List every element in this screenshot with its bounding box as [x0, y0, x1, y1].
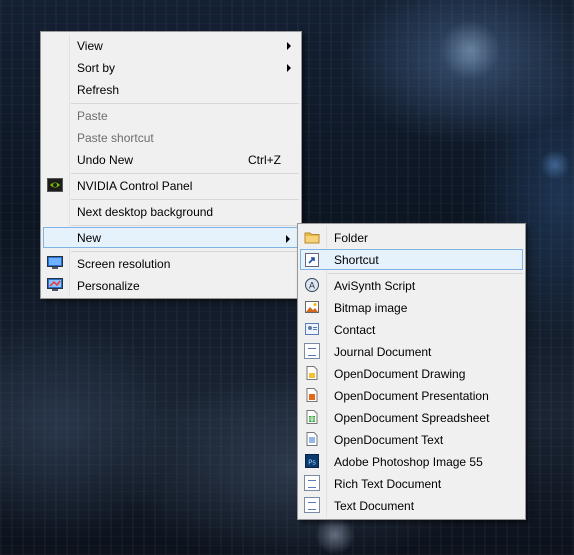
submenu-item-label: OpenDocument Spreadsheet — [334, 410, 490, 425]
journal-icon — [304, 343, 320, 359]
new-submenu: Folder Shortcut A AviSynth Script Bitmap… — [297, 223, 526, 520]
menu-separator — [71, 103, 299, 104]
submenu-item-label: OpenDocument Presentation — [334, 388, 489, 403]
submenu-item-avisynth-script[interactable]: A AviSynth Script — [300, 275, 523, 296]
menu-item-screen-resolution[interactable]: Screen resolution — [43, 253, 299, 274]
menu-item-label: View — [77, 38, 103, 53]
folder-icon — [304, 229, 320, 245]
menu-item-label: Refresh — [77, 82, 120, 97]
menu-item-nvidia-control-panel[interactable]: NVIDIA Control Panel — [43, 175, 299, 196]
submenu-item-label: Rich Text Document — [334, 476, 442, 491]
menu-separator — [71, 173, 299, 174]
menu-item-sort-by[interactable]: Sort by — [43, 57, 299, 78]
menu-item-new[interactable]: New — [43, 227, 299, 248]
submenu-item-rich-text-document[interactable]: Rich Text Document — [300, 473, 523, 494]
menu-item-label: Undo New — [77, 152, 134, 167]
menu-item-refresh[interactable]: Refresh — [43, 79, 299, 100]
submenu-item-opendocument-presentation[interactable]: OpenDocument Presentation — [300, 385, 523, 406]
menu-separator — [71, 251, 299, 252]
submenu-item-label: Journal Document — [334, 344, 432, 359]
submenu-arrow-icon — [287, 42, 291, 50]
menu-item-view[interactable]: View — [43, 35, 299, 56]
submenu-arrow-icon — [287, 64, 291, 72]
submenu-item-label: AviSynth Script — [334, 278, 416, 293]
submenu-item-contact[interactable]: Contact — [300, 319, 523, 340]
menu-item-paste: Paste — [43, 105, 299, 126]
submenu-item-text-document[interactable]: Text Document — [300, 495, 523, 516]
submenu-item-label: Folder — [334, 230, 369, 245]
menu-separator — [71, 199, 299, 200]
menu-separator — [328, 273, 523, 274]
submenu-item-folder[interactable]: Folder — [300, 227, 523, 248]
desktop-context-menu: View Sort by Refresh Paste Paste shortcu… — [40, 31, 302, 299]
display-icon — [47, 255, 63, 271]
svg-text:A: A — [309, 282, 316, 292]
submenu-item-label: OpenDocument Text — [334, 432, 444, 447]
submenu-arrow-icon — [286, 235, 290, 243]
nvidia-icon — [47, 177, 63, 193]
submenu-item-opendocument-text[interactable]: OpenDocument Text — [300, 429, 523, 450]
submenu-item-label: Bitmap image — [334, 300, 408, 315]
submenu-item-bitmap-image[interactable]: Bitmap image — [300, 297, 523, 318]
submenu-item-shortcut[interactable]: Shortcut — [300, 249, 523, 270]
menu-item-label: Personalize — [77, 278, 140, 293]
ods-icon — [304, 409, 320, 425]
menu-item-label: Next desktop background — [77, 204, 214, 219]
contact-icon — [304, 321, 320, 337]
wallpaper-light — [540, 150, 570, 180]
menu-item-next-desktop-background[interactable]: Next desktop background — [43, 201, 299, 222]
menu-item-shortcut: Ctrl+Z — [248, 152, 281, 167]
wallpaper-logo — [315, 515, 355, 555]
menu-item-label: Paste shortcut — [77, 130, 154, 145]
submenu-item-opendocument-drawing[interactable]: OpenDocument Drawing — [300, 363, 523, 384]
submenu-item-photoshop-image[interactable]: Ps Adobe Photoshop Image 55 — [300, 451, 523, 472]
wallpaper-light — [440, 20, 500, 80]
bitmap-icon — [304, 299, 320, 315]
submenu-item-label: Adobe Photoshop Image 55 — [334, 454, 483, 469]
odt-icon — [304, 431, 320, 447]
menu-item-label: Screen resolution — [77, 256, 171, 271]
submenu-item-label: Shortcut — [334, 252, 379, 267]
photoshop-icon: Ps — [304, 453, 320, 469]
odp-icon — [304, 387, 320, 403]
menu-item-personalize[interactable]: Personalize — [43, 275, 299, 296]
menu-item-label: Paste — [77, 108, 108, 123]
rtf-icon — [304, 475, 320, 491]
menu-item-label: Sort by — [77, 60, 116, 75]
submenu-item-opendocument-spreadsheet[interactable]: OpenDocument Spreadsheet — [300, 407, 523, 428]
shortcut-icon — [304, 252, 320, 268]
personalize-icon — [47, 277, 63, 293]
submenu-item-journal-document[interactable]: Journal Document — [300, 341, 523, 362]
menu-item-undo-new[interactable]: Undo New Ctrl+Z — [43, 149, 299, 170]
menu-separator — [71, 225, 299, 226]
menu-item-label: New — [77, 230, 102, 245]
submenu-item-label: Text Document — [334, 498, 415, 513]
submenu-item-label: OpenDocument Drawing — [334, 366, 466, 381]
submenu-item-label: Contact — [334, 322, 376, 337]
menu-item-label: NVIDIA Control Panel — [77, 178, 193, 193]
svg-text:Ps: Ps — [308, 459, 316, 467]
odg-icon — [304, 365, 320, 381]
avisynth-icon: A — [304, 277, 320, 293]
txt-icon — [304, 497, 320, 513]
menu-item-paste-shortcut: Paste shortcut — [43, 127, 299, 148]
